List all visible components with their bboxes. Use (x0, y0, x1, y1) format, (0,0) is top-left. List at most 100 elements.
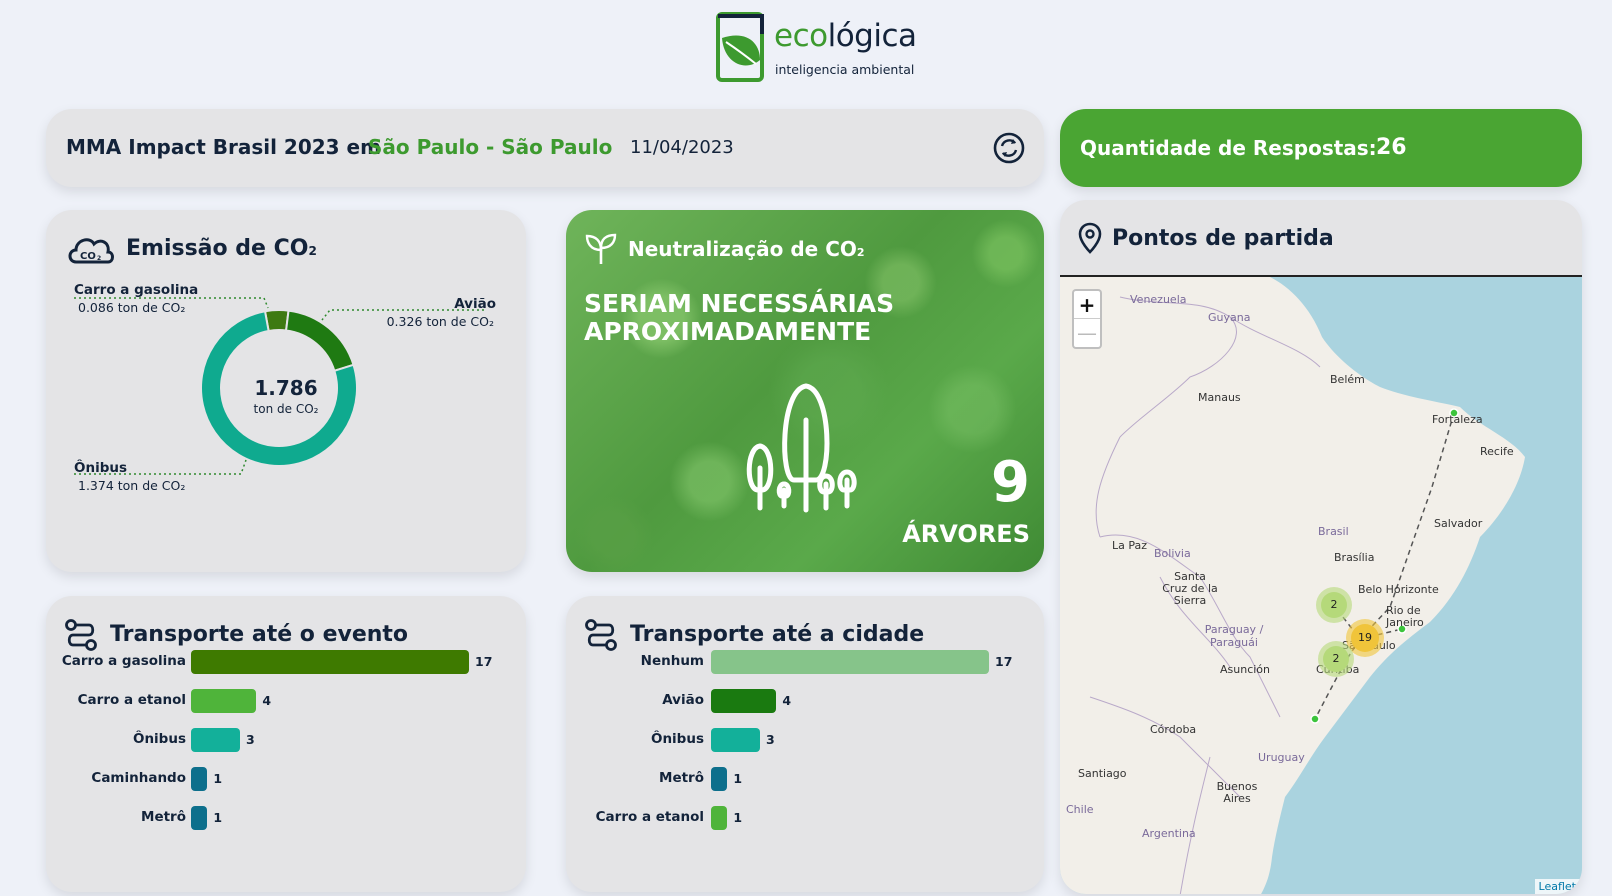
app-logo: ecológica inteligencia ambiental (716, 12, 917, 84)
map-label: La Paz (1112, 539, 1148, 552)
emission-total: 1.786 (254, 376, 318, 400)
map-label: Argentina (1142, 827, 1196, 840)
bar-label: Metrô (141, 809, 186, 825)
bar-row: Caminhando 1 (46, 767, 526, 791)
map-cluster-marker[interactable]: 2 (1316, 587, 1352, 623)
bar (711, 650, 989, 674)
map-cluster-marker[interactable]: 2 (1318, 641, 1354, 677)
bar-label: Nenhum (640, 653, 704, 669)
bar-row: Ônibus 3 (46, 728, 526, 752)
route-icon (585, 619, 617, 651)
map-label: Santa Cruz de la Sierra (1162, 570, 1218, 607)
bar-row: Metrô 1 (46, 806, 526, 830)
bar-row: Carro a etanol 4 (46, 689, 526, 713)
map-label: Paraguay / Paraguái (1204, 623, 1264, 649)
bar-value: 4 (262, 693, 272, 708)
legend-plane-value: 0.326 ton de CO₂ (386, 314, 494, 329)
bar (711, 689, 777, 713)
bar-value: 17 (995, 654, 1013, 669)
bar (191, 650, 469, 674)
map-label: Rio de Janeiro (1386, 604, 1424, 629)
donut-slice (284, 309, 355, 373)
tree-unit: ÁRVORES (902, 520, 1030, 548)
bar-label: Carro a gasolina (61, 653, 186, 669)
map-label: Brasil (1318, 525, 1349, 538)
legend-gasoline-value: 0.086 ton de CO₂ (78, 300, 186, 315)
map-attribution-link[interactable]: Leaflet (1534, 879, 1580, 894)
bar-row: Carro a gasolina 17 (46, 650, 526, 674)
bar (711, 728, 761, 752)
map-label: Chile (1066, 803, 1094, 816)
logo-tagline: inteligencia ambiental (775, 62, 915, 77)
responses-count-card: Quantidade de Respostas: 26 (1060, 109, 1582, 187)
map-label: Recife (1480, 445, 1514, 458)
legend-bus-value: 1.374 ton de CO₂ (78, 478, 186, 493)
bar-value: 1 (733, 810, 743, 825)
responses-value: 26 (1376, 135, 1407, 160)
bar (711, 767, 728, 791)
transport-event-card: Transporte até o evento Carro a gasolina… (46, 596, 526, 892)
bar-value: 1 (733, 771, 743, 786)
bar-label: Ônibus (650, 731, 704, 747)
starting-points-map[interactable]: Venezuela Guyana Manaus Belém Fortaleza … (1060, 275, 1582, 894)
route-icon (65, 619, 97, 651)
map-label: Belo Horizonte (1358, 583, 1439, 596)
bar-row: Ônibus 3 (566, 728, 1044, 752)
zoom-in-button[interactable]: + (1074, 291, 1100, 319)
refresh-icon[interactable] (992, 131, 1026, 165)
responses-label: Quantidade de Respostas: (1080, 136, 1377, 160)
map-label: Guyana (1208, 311, 1251, 324)
map-label: Venezuela (1130, 293, 1187, 306)
map-title: Pontos de partida (1112, 226, 1334, 251)
map-label: Fortaleza (1432, 413, 1483, 426)
bar-label: Carro a etanol (77, 692, 186, 708)
event-date: 11/04/2023 (630, 137, 734, 158)
event-title: MMA Impact Brasil 2023 em (66, 135, 381, 159)
bar-label: Caminhando (91, 770, 186, 786)
bar (191, 728, 241, 752)
bar-row: Metrô 1 (566, 767, 1044, 791)
map-label: Asunción (1220, 663, 1271, 676)
transport-event-title: Transporte até o evento (110, 622, 409, 647)
tree-count: 9 (991, 450, 1030, 515)
bar-label: Ônibus (132, 731, 186, 747)
legend-plane-name: Avião (454, 296, 496, 312)
map-label: Santiago (1078, 767, 1127, 780)
emission-total-unit: ton de CO₂ (253, 402, 319, 416)
map-label: Brasília (1334, 551, 1375, 564)
legend-bus-name: Ônibus (74, 460, 128, 476)
co2-emission-card: CO 2 Emissão de CO2 1.786 ton de CO₂ Car… (46, 210, 526, 572)
map-label: Córdoba (1150, 723, 1197, 736)
zoom-out-button[interactable]: — (1074, 319, 1100, 347)
trees-icon (746, 383, 857, 513)
bar (711, 806, 728, 830)
map-pin-icon (1078, 222, 1102, 254)
logo-name: ecológica (774, 18, 917, 54)
map-label: Uruguay (1258, 751, 1305, 764)
legend-gasoline-name: Carro a gasolina (74, 282, 199, 298)
transport-city-card: Transporte até a cidade Nenhum 17 Avião 4 Ôn… (566, 596, 1044, 892)
bar-value: 3 (246, 732, 255, 747)
map-zoom-control: + — (1072, 289, 1102, 349)
bar (191, 806, 208, 830)
bar-value: 17 (475, 654, 493, 669)
map-land (1060, 277, 1525, 894)
map-label: Manaus (1198, 391, 1241, 404)
map-label: Bolivia (1154, 547, 1191, 560)
map-label: Buenos Aires (1216, 780, 1258, 805)
neutralization-title: Neutralização de CO2 (628, 237, 865, 261)
bar-value: 1 (213, 771, 223, 786)
event-location: São Paulo - São Paulo (368, 135, 613, 159)
co2-neutralization-card: Neutralização de CO2 SERIAM NECESSÁRIAS … (566, 210, 1044, 572)
transport-city-title: Transporte até a cidade (630, 622, 925, 647)
bar-label: Avião (662, 692, 704, 708)
bar (191, 767, 208, 791)
bar-value: 4 (782, 693, 792, 708)
leaf-logo-icon (716, 12, 764, 82)
event-header: MMA Impact Brasil 2023 em São Paulo - Sã… (46, 109, 1044, 187)
bar-label: Carro a etanol (595, 809, 704, 825)
neutralization-text: SERIAM NECESSÁRIAS APROXIMADAMENTE (584, 289, 895, 346)
bar-label: Metrô (659, 770, 704, 786)
starting-points-card: Pontos de partida Venezuela Guyana Manau… (1060, 200, 1582, 894)
bar-value: 3 (766, 732, 775, 747)
